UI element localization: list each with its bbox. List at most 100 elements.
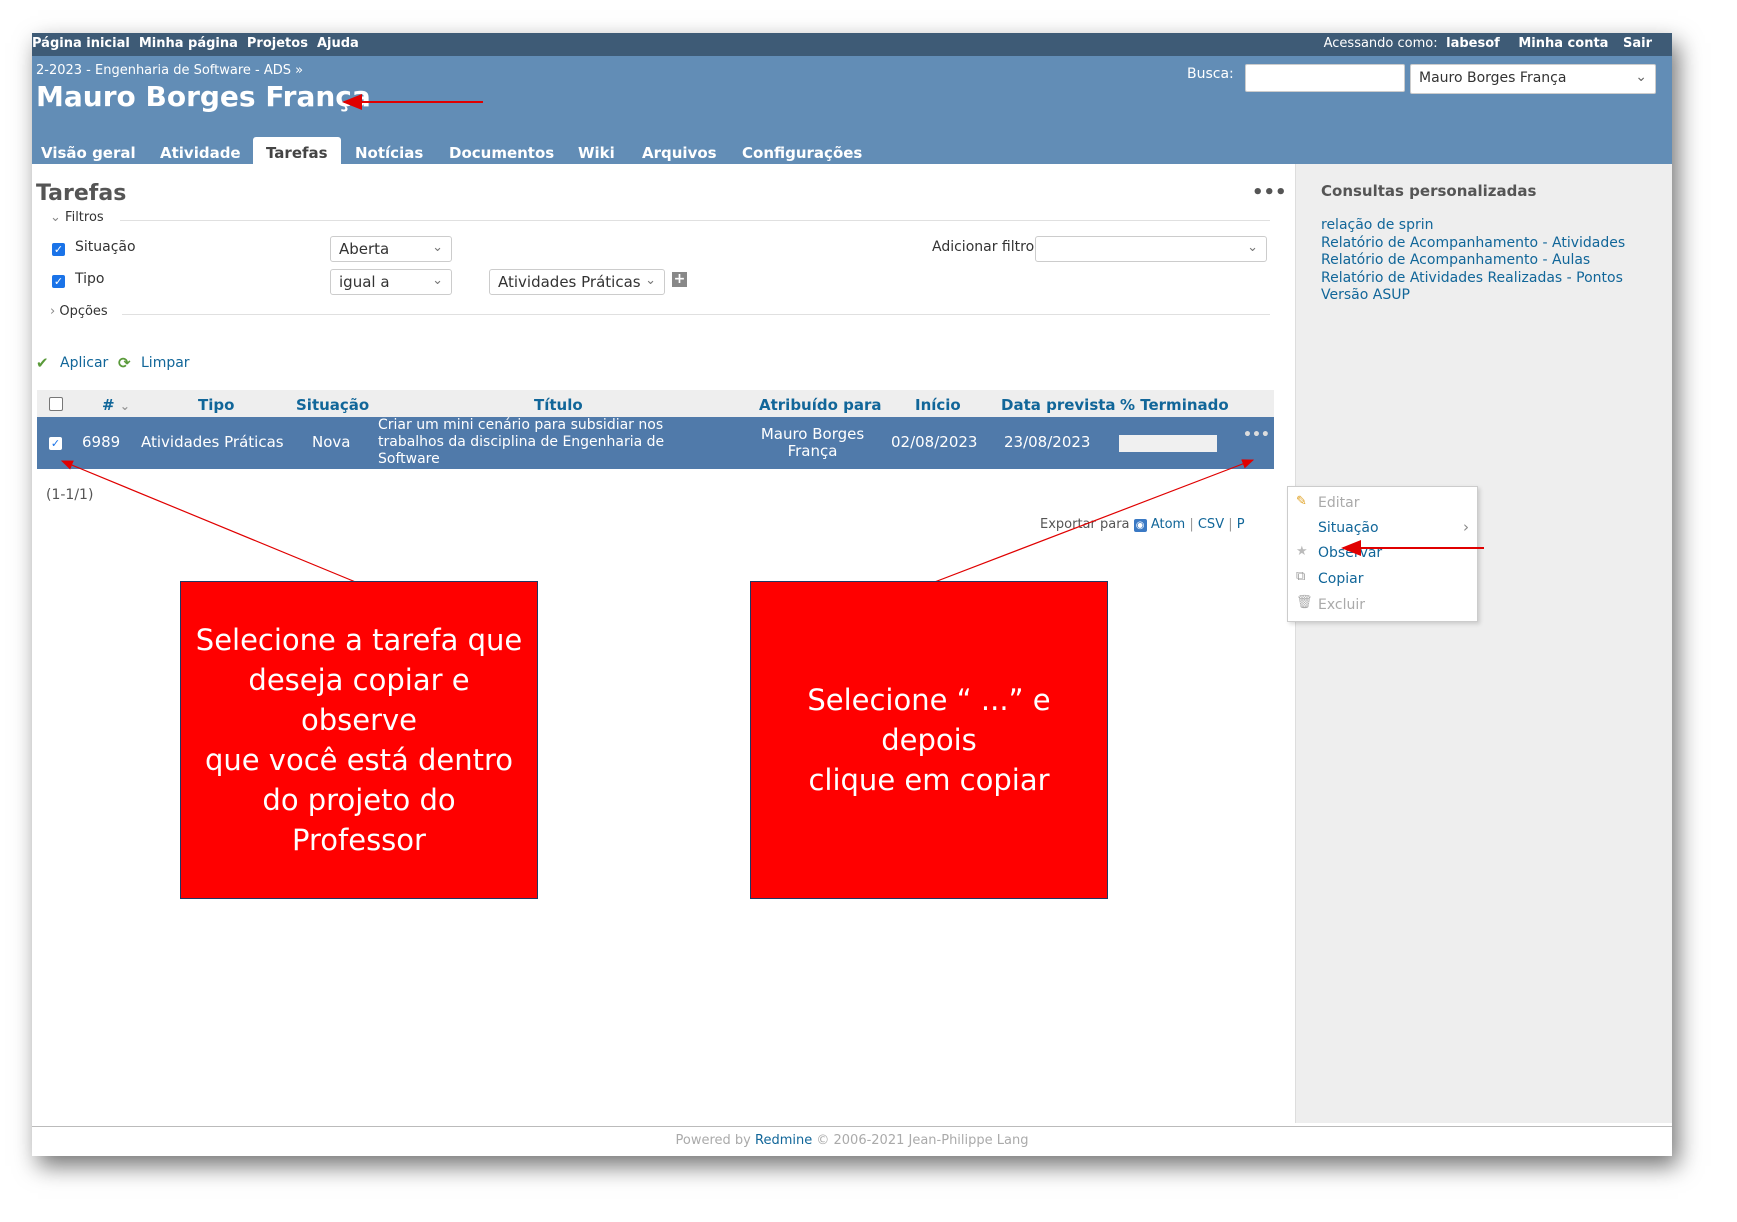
top-menu: Página inicial Minha página Projetos Ajuda …: [32, 33, 1672, 56]
top-menu-help[interactable]: Ajuda: [317, 36, 359, 51]
callout-text-line: que você está dentro: [204, 743, 514, 777]
top-menu-home[interactable]: Página inicial: [32, 36, 130, 51]
chevron-down-icon: ⌄: [1635, 69, 1647, 85]
callout-text-line: Selecione “ ...” e depois: [807, 683, 1051, 757]
row-subject-line: Software: [378, 451, 440, 467]
row-tracker: Atividades Práticas: [141, 433, 284, 451]
callout-text-line: do projeto do Professor: [262, 783, 456, 857]
breadcrumb[interactable]: 2-2023 - Engenharia de Software - ADS »: [36, 63, 303, 78]
footer-copyright: © 2006-2021 Jean-Philippe Lang: [816, 1133, 1029, 1148]
tab-issues[interactable]: Tarefas: [253, 137, 341, 164]
table-row[interactable]: ✓ 6989 Atividades Práticas Nova Criar um…: [37, 417, 1274, 469]
project-title: Mauro Borges França: [36, 80, 371, 113]
apply-button[interactable]: Aplicar: [60, 355, 108, 371]
column-header-assignee[interactable]: Atribuído para: [759, 396, 882, 414]
row-assignee[interactable]: Mauro Borges França: [755, 426, 870, 460]
column-header-status[interactable]: Situação: [296, 396, 369, 414]
filter-tracker-operator-value: igual a: [339, 273, 390, 291]
query-link[interactable]: Relatório de Acompanhamento - Atividades: [1321, 235, 1625, 253]
star-icon: ★: [1296, 544, 1308, 559]
more-actions-button[interactable]: •••: [1252, 182, 1287, 203]
add-filter-label: Adicionar filtro: [932, 239, 1035, 255]
row-checkbox[interactable]: ✓: [49, 437, 62, 450]
filter-tracker-value[interactable]: Atividades Práticas ⌄: [489, 269, 665, 295]
query-link[interactable]: Relatório de Acompanhamento - Aulas: [1321, 252, 1625, 270]
row-subject-line: Criar um mini cenário para subsidiar nos: [378, 417, 664, 433]
filter-status-checkbox[interactable]: ✓: [52, 243, 65, 256]
query-link[interactable]: Relatório de Atividades Realizadas - Pon…: [1321, 270, 1625, 288]
search-input[interactable]: [1245, 64, 1405, 92]
add-filter-select[interactable]: ⌄: [1035, 236, 1267, 262]
callout-text-line: Selecione a tarefa que: [195, 623, 523, 657]
export-atom-link[interactable]: Atom: [1151, 517, 1185, 532]
sidebar: Consultas personalizadas relação de spri…: [1295, 164, 1672, 1123]
export-pdf-link[interactable]: P: [1237, 517, 1245, 532]
options-legend: Opções: [59, 304, 108, 319]
my-account-link[interactable]: Minha conta: [1518, 36, 1608, 51]
context-menu-delete[interactable]: Excluir: [1318, 597, 1365, 613]
filter-status-label: Situação: [75, 239, 136, 255]
tab-overview[interactable]: Visão geral: [41, 144, 136, 162]
row-actions-button[interactable]: •••: [1243, 427, 1270, 443]
chevron-down-icon: ⌄: [50, 210, 61, 225]
export-links: Exportar para ◉ Atom | CSV | P: [1040, 517, 1245, 532]
top-menu-my-page[interactable]: Minha página: [139, 36, 238, 51]
row-id[interactable]: 6989: [82, 433, 120, 451]
project-jump-select[interactable]: Mauro Borges França ⌄: [1410, 64, 1656, 94]
tab-documents[interactable]: Documentos: [449, 144, 554, 162]
row-subject[interactable]: Criar um mini cenário para subsidiar nos…: [378, 417, 664, 468]
context-menu-status[interactable]: Situação: [1318, 520, 1379, 536]
clear-button[interactable]: Limpar: [141, 355, 190, 371]
chevron-down-icon: ⌄: [119, 399, 130, 413]
column-header-done[interactable]: % Terminado: [1120, 396, 1229, 414]
filter-tracker-checkbox[interactable]: ✓: [52, 275, 65, 288]
context-menu-edit[interactable]: Editar: [1318, 495, 1359, 511]
row-assignee-line: Mauro Borges: [760, 425, 865, 443]
sidebar-title: Consultas personalizadas: [1321, 182, 1537, 200]
query-link[interactable]: Versão ASUP: [1321, 287, 1625, 305]
checkmark-icon: ✔: [36, 354, 49, 372]
select-all-checkbox[interactable]: [49, 397, 63, 411]
logout-link[interactable]: Sair: [1623, 36, 1652, 51]
search-label: Busca:: [1187, 66, 1234, 82]
chevron-down-icon: ⌄: [432, 240, 443, 255]
chevron-right-icon: ›: [1463, 518, 1469, 536]
row-assignee-line: França: [787, 442, 838, 460]
filters-toggle[interactable]: ⌄ Filtros: [50, 210, 104, 225]
column-header-due[interactable]: Data prevista: [1001, 396, 1116, 414]
footer: Powered by Redmine © 2006-2021 Jean-Phil…: [32, 1126, 1672, 1156]
filters-divider: [120, 220, 1270, 221]
tab-news[interactable]: Notícias: [355, 144, 423, 162]
tab-wiki[interactable]: Wiki: [578, 144, 615, 162]
options-toggle[interactable]: › Opções: [50, 304, 108, 319]
pagination: (1-1/1): [46, 487, 94, 503]
query-link[interactable]: relação de sprin: [1321, 217, 1625, 235]
top-menu-projects[interactable]: Projetos: [247, 36, 308, 51]
column-header-id-label: #: [102, 396, 115, 414]
column-header-subject[interactable]: Título: [534, 396, 583, 414]
context-menu-copy[interactable]: Copiar: [1318, 571, 1363, 587]
filter-tracker-operator[interactable]: igual a ⌄: [330, 269, 452, 295]
header: 2-2023 - Engenharia de Software - ADS » …: [32, 56, 1672, 164]
filters-legend: Filtros: [65, 210, 104, 225]
row-status: Nova: [312, 433, 351, 451]
column-header-start[interactable]: Início: [915, 396, 961, 414]
context-menu-watch[interactable]: Observar: [1318, 545, 1382, 561]
row-subject-line: trabalhos da disciplina de Engenharia de: [378, 434, 665, 450]
row-start-date: 02/08/2023: [891, 433, 978, 451]
footer-powered-by: Powered by: [675, 1133, 751, 1148]
column-header-id[interactable]: # ⌄: [102, 396, 130, 414]
column-header-tracker[interactable]: Tipo: [198, 396, 234, 414]
logged-as-user[interactable]: labesof: [1446, 36, 1500, 51]
tab-activity[interactable]: Atividade: [160, 144, 241, 162]
filter-status-operator[interactable]: Aberta ⌄: [330, 236, 452, 262]
callout-text-line: deseja copiar e observe: [248, 663, 470, 737]
tab-settings[interactable]: Configurações: [742, 144, 862, 162]
tab-files[interactable]: Arquivos: [642, 144, 717, 162]
export-csv-link[interactable]: CSV: [1198, 517, 1224, 532]
footer-redmine-link[interactable]: Redmine: [755, 1133, 812, 1148]
project-jump-value: Mauro Borges França: [1419, 70, 1567, 86]
toggle-multiselect-icon[interactable]: +: [672, 272, 687, 287]
reload-icon: ⟳: [118, 354, 131, 372]
callout-text-line: clique em copiar: [808, 763, 1050, 797]
